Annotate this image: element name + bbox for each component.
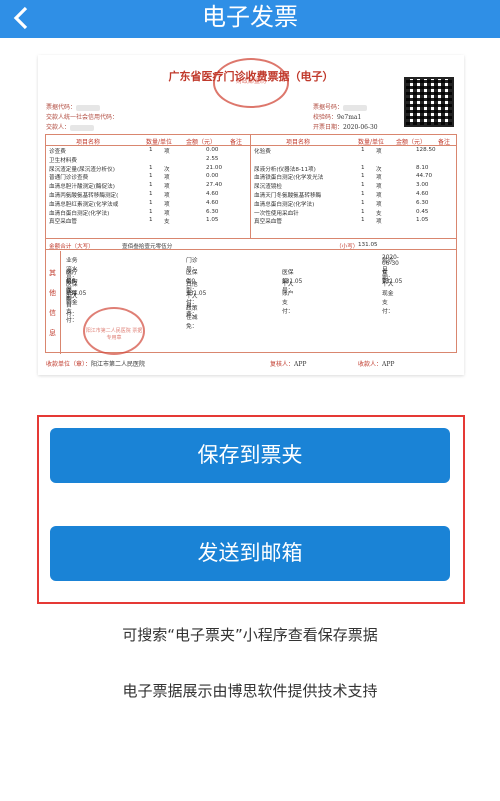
other-info-label: 其他信息 bbox=[49, 269, 56, 337]
table-cell: 1 bbox=[149, 182, 153, 189]
table-cell: 血清总胆汁酸测定(酶促法) bbox=[49, 184, 115, 191]
table-cell: 次 bbox=[164, 166, 170, 173]
table-cell: 1 bbox=[149, 208, 153, 215]
invoice-title: 广东省医疗门诊收费票据（电子） bbox=[168, 70, 334, 83]
hospital-stamp: 阳江市第二人民医院 票据专用章 bbox=[83, 307, 145, 355]
table-cell: 128.50 bbox=[416, 147, 436, 153]
table-cell: 21.00 bbox=[206, 164, 223, 171]
table-row: 血清总胆汁酸测定(酶促法) 1 项 27.40 尿沉渣镜检 1 项 3.00 bbox=[46, 182, 456, 191]
mini-program-hint: 可搜索“电子票夹”小程序查看保存票据 bbox=[122, 626, 378, 644]
table-cell: 项 bbox=[164, 201, 170, 208]
table-cell: 项 bbox=[376, 219, 382, 226]
table-cell: 1 bbox=[361, 182, 365, 189]
table-row: 卫生材料费 2.55 bbox=[46, 156, 456, 165]
table-cell: 0.00 bbox=[206, 173, 219, 180]
tech-support-note: 电子票据展示由博思软件提供技术支持 bbox=[122, 682, 378, 700]
table-cell: 4.60 bbox=[206, 199, 219, 206]
table-cell: 0.00 bbox=[206, 147, 219, 153]
table-cell: 项 bbox=[376, 201, 382, 208]
payee: 收款人：APP bbox=[358, 361, 395, 368]
table-cell: 化验费 bbox=[254, 149, 271, 155]
payee-unit: 收款单位（章）：阳江市第二人民医院 bbox=[46, 361, 146, 368]
table-row: 血清白蛋白测定(化学法) 1 项 6.30 一次性使用采血针 1 支 0.45 bbox=[46, 209, 456, 218]
table-cell: 1 bbox=[361, 164, 365, 171]
table-cell: 项 bbox=[164, 184, 170, 191]
table-cell: 6.30 bbox=[416, 199, 429, 206]
total-row: 金额合计（大写） 壹佰叁拾壹元零伍分 （小写） 131.05 bbox=[46, 238, 456, 250]
save-to-wallet-button[interactable]: 保存到票夹 bbox=[50, 428, 450, 483]
table-cell: 血清铁蛋白测定(化学发光法 bbox=[254, 175, 324, 182]
table-cell: 真空采血管 bbox=[254, 219, 282, 226]
table-cell: 项 bbox=[376, 175, 382, 182]
item-rows: 诊查费 1 项 0.00 化验费 1 项 128.50 卫生材料费 2.55 尿沉渣定量(尿沉渣分析… bbox=[46, 147, 456, 226]
table-cell: 1 bbox=[361, 173, 365, 180]
table-cell: 1 bbox=[149, 199, 153, 206]
table-cell: 1 bbox=[361, 199, 365, 206]
table-cell: 诊查费 bbox=[49, 149, 66, 155]
table-cell: 3.00 bbox=[416, 182, 429, 189]
table-header: 项目名称 数量/单位 金额（元） 备注 项目名称 数量/单位 金额（元） 备注 bbox=[46, 135, 456, 146]
table-cell: 支 bbox=[164, 219, 170, 226]
table-cell: 1 bbox=[149, 190, 153, 197]
table-cell: 1 bbox=[361, 190, 365, 197]
app-header: 电子发票 bbox=[0, 0, 500, 38]
table-cell: 血清白蛋白测定(化学法) bbox=[49, 210, 110, 217]
table-cell: 普通门诊诊查费 bbox=[49, 175, 89, 182]
table-cell: 卫生材料费 bbox=[49, 157, 77, 164]
table-cell: 1 bbox=[361, 217, 365, 224]
table-row: 血清总胆红素测定(化学法或 1 项 4.60 血清总蛋白测定(化学法) 1 项 6.30 bbox=[46, 200, 456, 209]
qr-code-icon bbox=[404, 77, 454, 127]
table-cell: 2.55 bbox=[206, 155, 219, 162]
table-cell: 项 bbox=[376, 184, 382, 191]
table-cell: 支 bbox=[376, 210, 382, 217]
table-cell: 4.60 bbox=[416, 190, 429, 197]
table-cell: 血清天门冬氨酸氨基转移酶 bbox=[254, 192, 322, 199]
table-cell: 尿沉渣镜检 bbox=[254, 184, 282, 191]
table-cell: 血清总蛋白测定(化学法) bbox=[254, 201, 315, 208]
invoice-left-meta: 票据代码： 交款人统一社会信用代码： 交款人： bbox=[46, 104, 119, 131]
table-cell: 4.60 bbox=[206, 190, 219, 197]
table-cell: 1 bbox=[361, 147, 365, 153]
table-cell: 项 bbox=[164, 149, 170, 155]
table-cell: 1 bbox=[149, 164, 153, 171]
table-cell: 8.10 bbox=[416, 164, 429, 171]
table-cell: 27.40 bbox=[206, 182, 223, 189]
invoice-right-meta: 票据号码： 校验码：9e7ma1 开票日期：2020-06-30 bbox=[313, 104, 378, 131]
table-cell: 血清丙氨酸氨基转移酶测定( bbox=[49, 192, 119, 199]
table-cell: 0.45 bbox=[416, 208, 429, 215]
table-cell: 1 bbox=[149, 217, 153, 224]
table-cell: 项 bbox=[376, 149, 382, 155]
table-row: 真空采血管 1 支 1.05 真空采血管 1 项 1.05 bbox=[46, 217, 456, 226]
table-cell: 血清总胆红素测定(化学法或 bbox=[49, 201, 119, 208]
table-row: 尿沉渣定量(尿沉渣分析仪) 1 次 21.00 尿液分析(仪器法8-11项) 1 次 8.10 bbox=[46, 165, 456, 174]
table-cell: 项 bbox=[164, 192, 170, 199]
table-row: 普通门诊诊查费 1 项 0.00 血清铁蛋白测定(化学发光法 1 项 44.70 bbox=[46, 173, 456, 182]
table-cell: 项 bbox=[376, 192, 382, 199]
table-cell: 一次性使用采血针 bbox=[254, 210, 299, 217]
table-cell: 真空采血管 bbox=[49, 219, 77, 226]
table-cell: 1 bbox=[149, 173, 153, 180]
table-cell: 44.70 bbox=[416, 173, 433, 180]
reviewer: 复核人：APP bbox=[270, 361, 307, 368]
table-row: 诊查费 1 项 0.00 化验费 1 项 128.50 bbox=[46, 147, 456, 156]
table-cell: 6.30 bbox=[206, 208, 219, 215]
table-cell: 次 bbox=[376, 166, 382, 173]
table-cell: 尿沉渣定量(尿沉渣分析仪) bbox=[49, 166, 115, 173]
table-cell: 项 bbox=[164, 210, 170, 217]
table-cell: 尿液分析(仪器法8-11项) bbox=[254, 166, 316, 173]
table-cell: 1 bbox=[361, 208, 365, 215]
table-cell: 1.05 bbox=[206, 217, 219, 224]
page-title: 电子发票 bbox=[202, 3, 298, 31]
invoice-image: 财政部监制 广东省医疗门诊收费票据（电子） 票据代码： 交款人统一社会信用代码：… bbox=[38, 55, 464, 375]
table-cell: 1.05 bbox=[416, 217, 429, 224]
table-row: 血清丙氨酸氨基转移酶测定( 1 项 4.60 血清天门冬氨酸氨基转移酶 1 项 4.60 bbox=[46, 191, 456, 200]
table-cell: 1 bbox=[149, 147, 153, 153]
send-to-email-button[interactable]: 发送到邮箱 bbox=[50, 526, 450, 581]
table-cell: 项 bbox=[164, 175, 170, 182]
